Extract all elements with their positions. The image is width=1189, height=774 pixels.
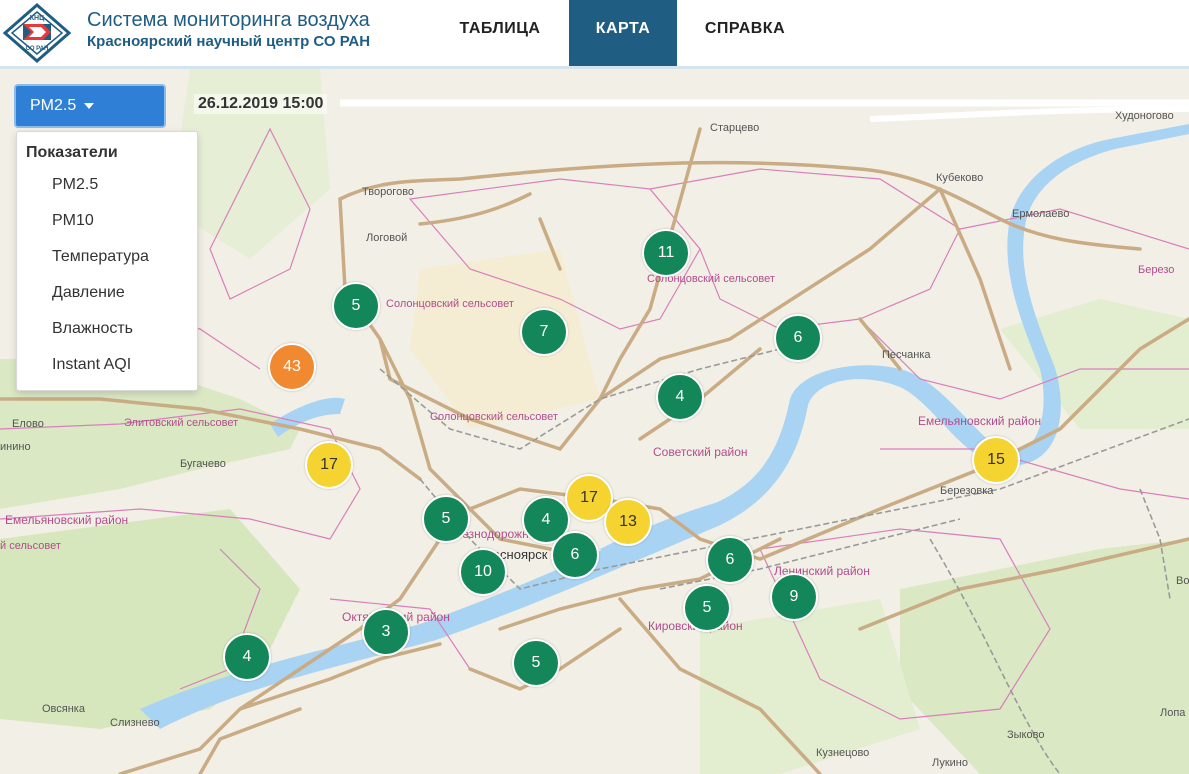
sensor-marker[interactable]: 43 (268, 343, 316, 391)
sensor-marker[interactable]: 17 (305, 441, 353, 489)
map-label-starcevo: Старцево (710, 122, 760, 134)
menu-item-instant-aqi[interactable]: Instant AQI (52, 356, 131, 374)
map-label-sovetskiy: Советский район (653, 445, 748, 459)
map-label-peschanka: Песчанка (882, 349, 931, 361)
map-label-selsovet: й сельсовет (0, 540, 61, 552)
map-label-berezovka: Березовка (940, 485, 994, 497)
map-label-slizenevo: Слизнево (110, 717, 160, 729)
map-label-tvorogovo: Творогово (362, 186, 415, 198)
map-label-elitovskiy: Элитовский сельсовет (124, 417, 239, 429)
dropdown-header: Показатели (26, 144, 118, 161)
map-label-emelyanovskiy-1: Емельяновский район (918, 414, 1042, 428)
map-label-elovoe: Елово (12, 418, 44, 430)
sensor-marker[interactable]: 4 (223, 633, 271, 681)
map-label-kuznetsovo: Кузнецово (816, 747, 870, 759)
metric-dropdown-button[interactable]: PM2.5 (14, 84, 166, 128)
map-label-emelyanovskiy-2: Емельяновский район (5, 513, 129, 527)
sensor-marker[interactable]: 6 (551, 531, 599, 579)
sensor-marker[interactable]: 10 (459, 548, 507, 596)
datetime-label: 26.12.2019 15:00 (194, 94, 328, 114)
menu-item-pressure[interactable]: Давление (52, 284, 125, 302)
map-label-zykovo: Зыково (1007, 729, 1045, 741)
map-label-berezo: Березо (1138, 264, 1175, 276)
nav-tab-map[interactable]: КАРТА (569, 0, 677, 66)
map-label-solontsy-1: Солонцовский сельсовет (386, 298, 514, 310)
sensor-marker[interactable]: 11 (642, 229, 690, 277)
logo-emblem: КНЦ СО РАН (2, 3, 72, 63)
metric-dropdown-label: PM2.5 (30, 97, 77, 114)
nav-tab-help[interactable]: СПРАВКА (681, 0, 809, 66)
map-label-bugachevo: Бугачево (180, 458, 226, 470)
menu-item-temperature[interactable]: Температура (52, 248, 149, 266)
sensor-marker[interactable]: 15 (972, 436, 1020, 484)
app-header: КНЦ СО РАН Система мониторинга воздуха К… (0, 0, 1189, 66)
logo-text-bottom: СО РАН (26, 46, 49, 52)
map-label-lopa: Лопа (1160, 707, 1186, 719)
map-label-vo: Во (1176, 575, 1189, 587)
logo-text-top: КНЦ (30, 15, 45, 22)
sensor-marker[interactable]: 9 (770, 573, 818, 621)
sensor-marker[interactable]: 5 (332, 282, 380, 330)
map-label-solontsy-3: Солонцовский сельсовет (430, 411, 558, 423)
sensor-marker[interactable]: 5 (512, 639, 560, 687)
nav-tab-table[interactable]: ТАБЛИЦА (437, 0, 563, 66)
sensor-marker[interactable]: 6 (706, 536, 754, 584)
app-subtitle: Красноярский научный центр СО РАН (87, 33, 371, 50)
menu-item-humidity[interactable]: Влажность (52, 320, 133, 338)
menu-item-pm25[interactable]: PM2.5 (52, 176, 98, 194)
menu-item-pm10[interactable]: PM10 (52, 212, 94, 230)
map-label-ovsyanka: Овсянка (42, 703, 85, 715)
sensor-marker[interactable]: 6 (774, 314, 822, 362)
map-label-kubekovo: Кубеково (936, 172, 984, 184)
metric-dropdown-menu: Показатели PM2.5 PM10 Температура Давлен… (16, 131, 198, 391)
map-label-ermolaevo: Ермолаево (1012, 208, 1070, 220)
map-label-lukino: Лукино (932, 757, 968, 769)
map-label-logovoy: Логовой (366, 232, 408, 244)
sensor-marker[interactable]: 13 (604, 498, 652, 546)
sensor-marker[interactable]: 4 (656, 373, 704, 421)
logo[interactable]: КНЦ СО РАН (2, 3, 72, 63)
sensor-marker[interactable]: 5 (683, 584, 731, 632)
caret-down-icon (84, 103, 95, 109)
sensor-marker[interactable]: 3 (362, 608, 410, 656)
map-label-inino: инино (0, 441, 31, 453)
sensor-marker[interactable]: 5 (422, 495, 470, 543)
header-divider (0, 66, 1189, 69)
app-title: Система мониторинга воздуха (87, 9, 370, 31)
map-label-hudonogovo: Худоногово (1115, 110, 1174, 122)
sensor-marker[interactable]: 7 (520, 308, 568, 356)
